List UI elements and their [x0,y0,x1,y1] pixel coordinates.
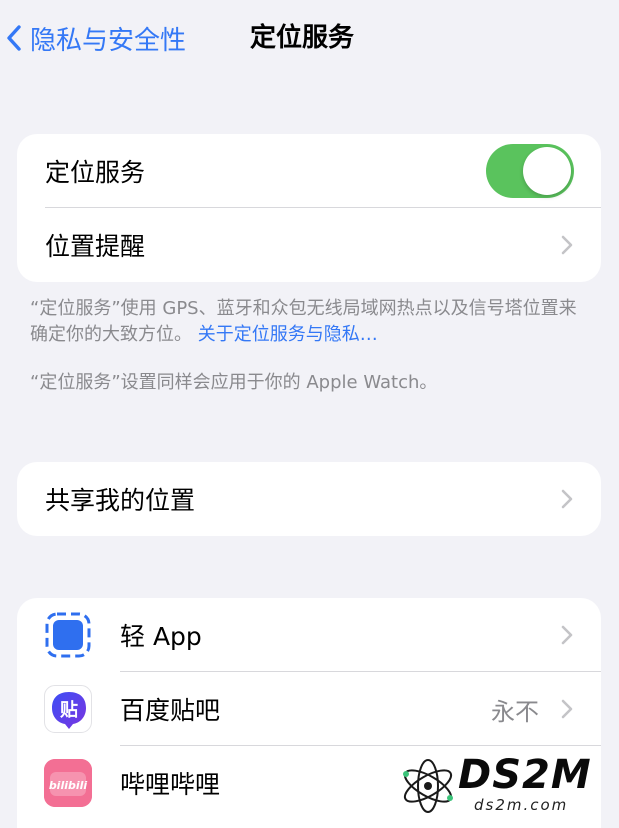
chevron-right-icon [561,489,573,509]
navigation-bar: 隐私与安全性 定位服务 [0,0,619,76]
app-clip-icon [44,611,92,659]
watermark-logo: DS2M ds2m.com [396,752,611,820]
location-services-label: 定位服务 [45,158,146,187]
chevron-right-icon [561,235,573,255]
watermark-site: ds2m.com [474,796,569,814]
atom-logo-icon [403,759,453,813]
apple-watch-footnote: “定位服务”设置同样会应用于你的 Apple Watch。 [30,372,438,393]
location-alerts-label: 位置提醒 [45,232,146,261]
permission-value: 永不 [491,697,539,726]
location-description-footnote: “定位服务”使用 GPS、蓝牙和众包无线局域网热点以及信号塔位置来确定你的大致方… [30,296,590,348]
location-services-toggle[interactable] [486,144,574,198]
location-services-row: 定位服务 [17,134,601,208]
back-button[interactable]: 隐私与安全性 [6,18,186,58]
location-settings-group: 定位服务 位置提醒 [17,134,601,282]
chevron-right-icon [561,699,573,719]
bilibili-icon: bilibili [44,759,92,807]
share-location-group: 共享我的位置 [17,462,601,536]
share-my-location-row[interactable]: 共享我的位置 [17,462,601,536]
app-name: 轻 App [120,622,202,651]
page-title: 定位服务 [250,23,355,53]
chevron-right-icon [561,625,573,645]
app-name: 百度贴吧 [120,696,221,725]
share-my-location-label: 共享我的位置 [45,486,196,515]
back-button-label: 隐私与安全性 [30,25,187,56]
baidu-tieba-icon: 贴 [44,685,92,733]
about-location-privacy-link[interactable]: 关于定位服务与隐私… [198,324,378,345]
watermark-brand: DS2M [458,752,592,798]
location-alerts-row[interactable]: 位置提醒 [17,208,601,282]
app-row-baidu-tieba[interactable]: 贴 百度贴吧 永不 [17,672,601,746]
app-row-app-clip[interactable]: 轻 App [17,598,601,672]
app-name: 哔哩哔哩 [120,770,221,799]
chevron-left-icon [7,25,21,51]
bilibili-icon-glyph: bilibili [49,779,88,792]
toggle-knob [523,147,571,195]
tieba-icon-glyph: 贴 [60,699,78,721]
